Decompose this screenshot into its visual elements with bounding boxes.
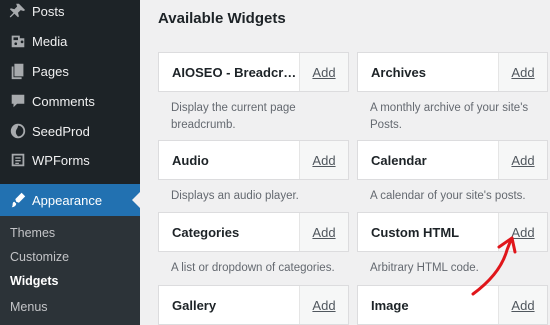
add-button[interactable]: Add — [499, 53, 547, 91]
menu-label: Pages — [32, 63, 69, 79]
active-indicator — [132, 192, 140, 208]
widget-categories[interactable]: Categories Add — [158, 212, 349, 252]
add-button[interactable]: Add — [300, 53, 348, 91]
menu-label: Appearance — [32, 192, 103, 208]
media-icon — [7, 31, 29, 51]
paintbrush-icon — [7, 190, 29, 210]
add-button[interactable]: Add — [499, 286, 547, 324]
add-button[interactable]: Add — [499, 141, 547, 179]
widget-image[interactable]: Image Add — [357, 285, 548, 325]
widget-description: Arbitrary HTML code. — [370, 262, 479, 274]
widget-gallery[interactable]: Gallery Add — [158, 285, 349, 325]
add-button[interactable]: Add — [499, 213, 547, 251]
widget-description: Displays an audio player. — [171, 190, 299, 202]
main-content: Available Widgets AIOSEO - Breadcrumbs A… — [140, 0, 550, 325]
add-button[interactable]: Add — [300, 286, 348, 324]
submenu-themes[interactable]: Themes — [10, 226, 55, 240]
submenu-menus[interactable]: Menus — [10, 300, 48, 314]
widget-description: A calendar of your site's posts. — [370, 190, 526, 202]
menu-item-media[interactable]: Media — [0, 26, 140, 56]
submenu-customize[interactable]: Customize — [10, 250, 69, 264]
widget-title: Calendar — [371, 152, 427, 168]
menu-label: WPForms — [32, 152, 90, 168]
widget-archives[interactable]: Archives Add — [357, 52, 548, 92]
page-title: Available Widgets — [158, 10, 286, 27]
menu-item-seedprod[interactable]: SeedProd — [0, 116, 140, 146]
submenu-widgets[interactable]: Widgets — [10, 274, 59, 288]
add-button[interactable]: Add — [300, 213, 348, 251]
admin-sidebar: Posts Media Pages Comments SeedProd WPFo… — [0, 0, 140, 325]
comments-icon — [7, 91, 29, 111]
menu-label: Posts — [32, 3, 65, 19]
menu-item-pages[interactable]: Pages — [0, 56, 140, 86]
widget-title: Gallery — [172, 297, 217, 313]
widget-description: A list or dropdown of categories. — [171, 262, 335, 274]
menu-label: Media — [32, 33, 68, 49]
menu-item-appearance[interactable]: Appearance — [0, 184, 140, 216]
add-button[interactable]: Add — [300, 141, 348, 179]
widget-title: AIOSEO - Breadcrumbs — [172, 64, 299, 80]
pages-icon — [7, 61, 29, 81]
widget-title: Custom HTML — [371, 224, 460, 240]
widget-calendar[interactable]: Calendar Add — [357, 140, 548, 180]
widget-title: Audio — [172, 152, 209, 168]
appearance-submenu: Themes Customize Widgets Menus — [0, 216, 140, 325]
pushpin-icon — [7, 1, 29, 21]
menu-label: SeedProd — [32, 123, 90, 139]
widget-title: Archives — [371, 64, 426, 80]
widget-title: Image — [371, 297, 409, 313]
widget-description: Display the current page breadcrumb. — [171, 102, 296, 131]
wpforms-icon — [7, 150, 29, 170]
seedprod-icon — [7, 121, 29, 141]
menu-item-posts[interactable]: Posts — [0, 0, 140, 26]
widget-custom-html[interactable]: Custom HTML Add — [357, 212, 548, 252]
menu-item-comments[interactable]: Comments — [0, 86, 140, 116]
widget-aioseo-breadcrumbs[interactable]: AIOSEO - Breadcrumbs Add — [158, 52, 349, 92]
menu-item-wpforms[interactable]: WPForms — [0, 145, 140, 175]
widget-description: A monthly archive of your site's Posts. — [370, 102, 529, 131]
widget-title: Categories — [172, 224, 240, 240]
menu-label: Comments — [32, 93, 95, 109]
widget-audio[interactable]: Audio Add — [158, 140, 349, 180]
